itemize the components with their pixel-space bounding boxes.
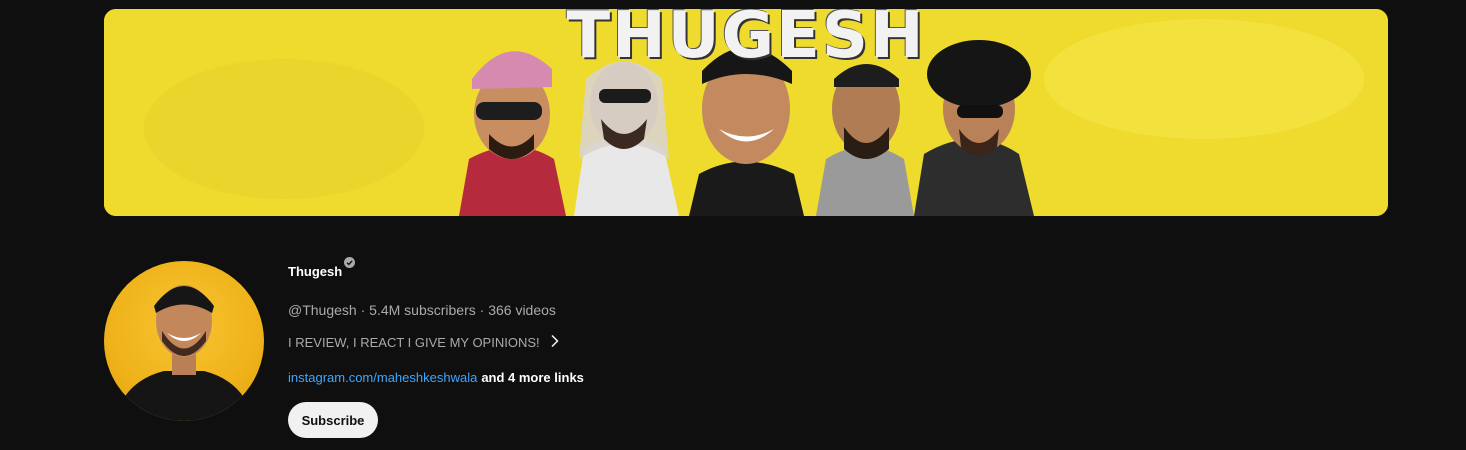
- channel-avatar[interactable]: [104, 261, 264, 421]
- channel-description[interactable]: I REVIEW, I REACT I GIVE MY OPINIONS!: [288, 334, 560, 351]
- channel-meta: @Thugesh · 5.4M subscribers · 366 videos: [288, 302, 556, 318]
- chevron-right-icon: [550, 334, 560, 351]
- more-links-button[interactable]: and 4 more links: [481, 370, 584, 385]
- top-edge: [0, 0, 1466, 4]
- channel-handle: @Thugesh: [288, 302, 357, 318]
- channel-info: Thugesh @Thugesh · 5.4M subscribers · 36…: [288, 257, 584, 438]
- banner-title: THUGESH: [566, 9, 926, 73]
- channel-name-row: Thugesh: [288, 257, 356, 279]
- subscriber-count: 5.4M subscribers: [369, 302, 476, 318]
- channel-links: instagram.com/maheshkeshwala and 4 more l…: [288, 370, 584, 385]
- channel-banner: THUGESH: [104, 9, 1388, 216]
- channel-name[interactable]: Thugesh: [288, 264, 342, 279]
- meta-separator: ·: [356, 302, 370, 318]
- video-count: 366 videos: [488, 302, 556, 318]
- meta-separator: ·: [475, 302, 489, 318]
- description-text: I REVIEW, I REACT I GIVE MY OPINIONS!: [288, 335, 540, 350]
- verified-check-icon: [344, 257, 356, 268]
- subscribe-button[interactable]: Subscribe: [288, 402, 378, 438]
- avatar-image: [114, 285, 254, 421]
- instagram-link[interactable]: instagram.com/maheshkeshwala: [288, 370, 477, 385]
